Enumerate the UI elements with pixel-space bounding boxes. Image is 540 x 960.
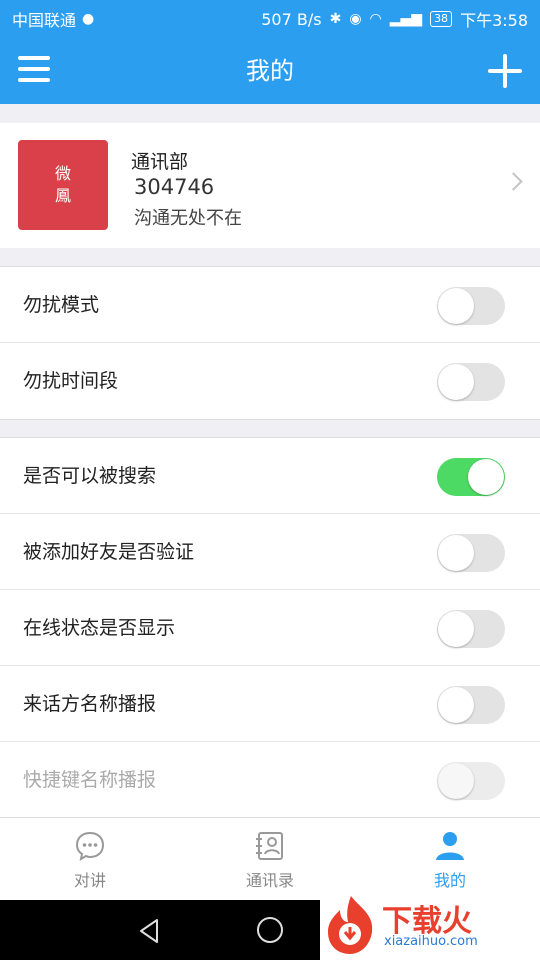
setting-row-online-status: 在线状态是否显示 [0, 590, 540, 666]
settings-group-privacy: 是否可以被搜索 被添加好友是否验证 在线状态是否显示 来话方名称播报 快捷键名称… [0, 437, 540, 819]
online-status-toggle[interactable] [437, 610, 505, 648]
home-icon[interactable] [257, 917, 283, 943]
back-icon[interactable] [137, 918, 163, 944]
tab-mine[interactable]: 我的 [360, 818, 540, 900]
profile-id: 304746 [134, 175, 215, 199]
setting-row-caller-announce: 来话方名称播报 [0, 666, 540, 742]
setting-label: 是否可以被搜索 [23, 465, 157, 487]
setting-label: 在线状态是否显示 [23, 617, 176, 639]
carrier-group: 中国联通 ● [12, 7, 94, 31]
page-title: 我的 [246, 57, 294, 85]
dnd-mode-toggle[interactable] [437, 287, 505, 325]
clock: 下午3:58 [460, 11, 528, 30]
contacts-icon [256, 832, 283, 860]
setting-row-shortcut-announce: 快捷键名称播报 [0, 742, 540, 818]
network-speed: 507 B/s [261, 9, 322, 29]
chevron-right-icon [504, 172, 523, 191]
setting-label: 来话方名称播报 [23, 693, 157, 715]
setting-row-dnd-period: 勿扰时间段 [0, 343, 540, 419]
tab-label: 对讲 [73, 871, 106, 890]
setting-row-searchable: 是否可以被搜索 [0, 438, 540, 514]
menu-icon[interactable] [18, 56, 50, 86]
carrier-name: 中国联通 [12, 11, 77, 30]
chat-bubble-icon [75, 831, 105, 862]
dnd-period-toggle[interactable] [437, 363, 505, 401]
tab-intercom[interactable]: 对讲 [0, 818, 180, 900]
status-right: 507 B/s ✱ ◉ ◠ ▂▄▆ 38 下午3:58 [261, 7, 528, 31]
tab-label: 通讯录 [245, 871, 294, 890]
watermark-url: xiazaihuo.com [384, 934, 478, 949]
friend-verify-toggle[interactable] [437, 534, 505, 572]
title-bar: 我的 [0, 38, 540, 104]
tab-contacts[interactable]: 通讯录 [180, 818, 360, 900]
wifi-icon: ◠ [369, 11, 382, 27]
setting-label: 被添加好友是否验证 [23, 541, 195, 563]
notification-icon: ● [82, 11, 95, 27]
status-bar: 中国联通 ● 507 B/s ✱ ◉ ◠ ▂▄▆ 38 下午3:58 [0, 0, 540, 38]
tab-bar: 对讲 通讯录 我的 [0, 817, 540, 900]
profile-logo: 微鳳 [18, 140, 108, 230]
profile-card[interactable]: 微鳳 通讯部 304746 沟通无处不在 [0, 123, 540, 248]
bluetooth-icon: ✱ [329, 11, 342, 27]
profile-name: 通讯部 [131, 151, 189, 173]
profile-motto: 沟通无处不在 [134, 208, 242, 229]
watermark: 下载火 xiazaihuo.com [320, 890, 540, 960]
logo-text: 微鳳 [54, 164, 71, 205]
setting-label: 勿扰时间段 [23, 370, 119, 392]
flame-logo-icon [328, 896, 373, 954]
shortcut-announce-toggle[interactable] [437, 762, 505, 800]
searchable-toggle[interactable] [437, 458, 505, 496]
caller-announce-toggle[interactable] [437, 686, 505, 724]
setting-label: 勿扰模式 [23, 294, 100, 316]
setting-row-dnd-mode: 勿扰模式 [0, 267, 540, 343]
signal-icon: ▂▄▆ [389, 11, 423, 27]
add-icon[interactable] [488, 54, 522, 88]
person-icon [436, 832, 464, 860]
tab-label: 我的 [433, 871, 466, 890]
setting-row-friend-verify: 被添加好友是否验证 [0, 514, 540, 590]
setting-label: 快捷键名称播报 [23, 769, 157, 791]
battery-icon: 38 [430, 11, 453, 27]
settings-group-dnd: 勿扰模式 勿扰时间段 [0, 266, 540, 420]
eye-icon: ◉ [349, 11, 362, 27]
